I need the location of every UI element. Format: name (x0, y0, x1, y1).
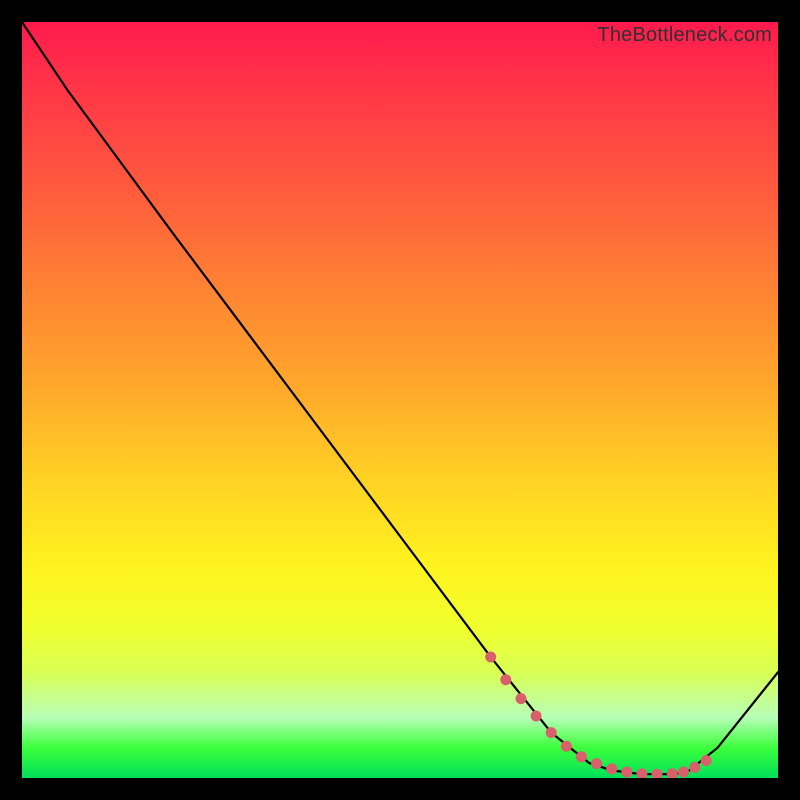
marker-dot (621, 767, 632, 778)
chart-frame: TheBottleneck.com (0, 0, 800, 800)
marker-dot (485, 652, 496, 663)
marker-dot (576, 751, 587, 762)
watermark-label: TheBottleneck.com (597, 24, 772, 47)
marker-dot (531, 711, 542, 722)
marker-dot (636, 768, 647, 778)
marker-dot (516, 693, 527, 704)
marker-dot (561, 741, 572, 752)
highlight-markers (485, 652, 712, 779)
marker-dot (591, 758, 602, 769)
marker-dot (652, 769, 663, 778)
chart-svg (22, 22, 778, 778)
curve-line (22, 22, 778, 774)
marker-dot (701, 755, 712, 766)
marker-dot (500, 674, 511, 685)
marker-dot (546, 727, 557, 738)
marker-dot (667, 768, 678, 778)
marker-dot (606, 763, 617, 774)
chart-area: TheBottleneck.com (22, 22, 778, 778)
marker-dot (689, 762, 700, 773)
marker-dot (678, 767, 689, 778)
